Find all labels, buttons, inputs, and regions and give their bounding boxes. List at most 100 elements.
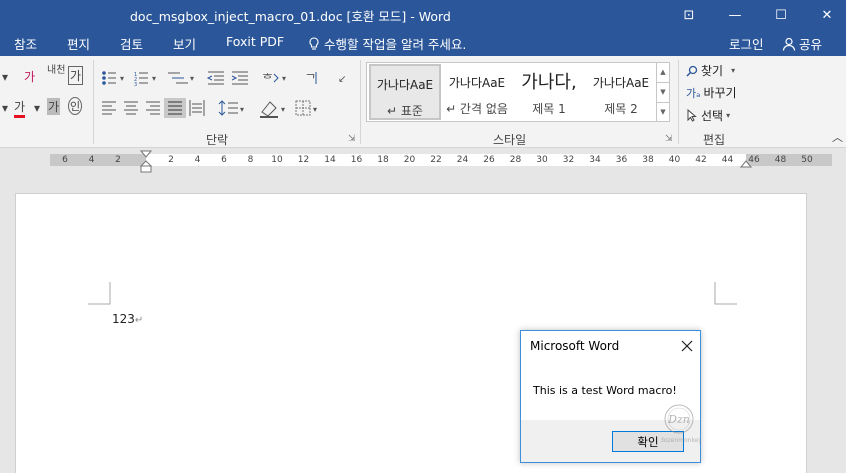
ruler-tick-label: 20 [403,155,416,165]
ruler-tick-label: 42 [695,155,707,165]
paragraph-mark-icon: ↵ [134,315,144,326]
ruler-tick-label: 2 [168,155,174,165]
ruler-tick-label: 36 [615,155,628,165]
ruler-tick-label: 34 [589,155,601,165]
dialog-close-button[interactable] [676,335,698,357]
ruler-tick-label: 6 [62,155,68,165]
replace-icon: 가ₐ [686,86,701,100]
clear-format-icon[interactable]: 가 [24,68,35,85]
right-indent-marker-icon[interactable] [740,160,752,170]
dropdown-arrow-icon[interactable]: ▾ [2,101,8,115]
person-icon [782,37,796,51]
tab-references[interactable]: 참조 [14,34,37,53]
ruler-tick-label: 4 [88,155,95,165]
scroll-down-icon[interactable]: ▼ [657,82,669,102]
svg-text:ᄀ: ᄀ [305,72,316,86]
share-button[interactable]: 공유 [782,34,822,53]
ruler-tick-label: 48 [774,155,787,165]
find-label: 찾기 [701,64,724,78]
minimize-button[interactable]: — [712,0,758,30]
close-window-button[interactable]: ✕ [804,0,846,30]
ribbon: ▾ 가 내천 가 ▾ 가 ▾ 가 인 ▾ 123 ▾ ▾ ᄒ ▾ ᄀ ↙ ▾ ▾… [0,56,846,148]
ruler-tick-label: 38 [642,155,654,165]
group-separator [93,60,94,144]
ruler-tick-label: 28 [509,155,522,165]
find-dropdown-icon: ▾ [731,66,736,75]
styles-gallery-scroll[interactable]: ▲ ▼ ▼ [656,63,669,121]
phonetic-guide-icon[interactable]: 내천 [47,66,65,76]
ruler-tick-label: 18 [377,155,389,165]
lightbulb-icon [309,36,319,50]
multilevel-list-icon [168,72,188,84]
numbering-icon: 123 [134,72,148,88]
editing-group-label: 편집 [703,133,726,147]
paragraph-row2-icons: ▾ ▾ ▾ [102,98,317,118]
style-heading-2[interactable]: 가나다AaE 제목 2 [585,64,657,120]
share-label: 공유 [799,37,823,52]
paragraph-group-label: 단락 [206,133,229,147]
dropdown-arrow-icon[interactable]: ▾ [2,70,8,84]
more-styles-icon[interactable]: ▼ [657,102,669,122]
window-title: doc_msgbox_inject_macro_01.doc [호환 모드] -… [130,9,451,24]
maximize-icon: ☐ [775,7,787,23]
ruler-tick-label: 12 [297,155,310,165]
svg-text:↙: ↙ [338,74,346,85]
paragraph-dialog-launcher-icon[interactable]: ⇲ [348,134,356,144]
svg-text:▾: ▾ [313,105,317,114]
ruler-tick-label: 4 [194,155,201,165]
replace-button[interactable]: 가ₐ 바꾸기 [686,84,737,101]
tab-review[interactable]: 검토 [120,34,143,53]
minimize-icon: — [728,7,742,23]
ruler-tick-label: 40 [668,155,681,165]
message-box-dialog: Microsoft Word This is a test Word macro… [520,330,701,463]
collapse-ribbon-icon[interactable]: ︿ [832,129,843,145]
font-color-icon[interactable]: 가 [14,98,26,118]
increase-indent-icon [231,71,248,85]
dialog-title: Microsoft Word [530,339,620,353]
svg-text:dozenmonkey: dozenmonkey [661,437,701,444]
scroll-up-icon[interactable]: ▲ [657,63,669,82]
tab-foxit-pdf[interactable]: Foxit PDF [226,34,284,49]
tell-me-text: 수행할 작업을 알려 주세요. [324,37,467,52]
justify-selected-bg [164,98,186,118]
select-label: 선택 [701,109,724,123]
decrease-indent-icon [206,71,224,85]
style-normal[interactable]: 가나다AaE ↵ 표준 [369,64,441,120]
ruler-tick-label: 10 [271,155,283,165]
enclose-character-icon[interactable]: 인 [68,97,83,115]
watermark-logo: Dzn dozenmonkey [661,404,701,444]
replace-label: 바꾸기 [703,86,737,100]
styles-group-label: 스타일 [493,133,527,147]
horizontal-ruler[interactable]: 6 4 2 2 4 6 8 10 12 14 16 18 20 22 24 26 28 30 32 34 36 38 40 4… [50,154,832,166]
ribbon-display-options-button[interactable]: ⊡ [666,0,712,30]
svg-text:Dzn: Dzn [667,413,690,426]
style-heading-1[interactable]: 가나다, 제목 1 [513,64,585,120]
character-border-icon[interactable]: 가 [68,66,84,85]
ruler-tick-label: 32 [562,155,575,165]
tab-view[interactable]: 보기 [173,34,196,53]
character-shading-icon[interactable]: 가 [47,98,61,115]
indent-markers-icon[interactable] [140,150,152,174]
styles-dialog-launcher-icon[interactable]: ⇲ [665,134,673,144]
svg-text:3: 3 [134,82,137,88]
sort-icon: ↙ [338,74,346,85]
ruler-tick-label: 24 [456,155,469,165]
tab-mailings[interactable]: 편지 [67,34,90,53]
style-no-spacing[interactable]: 가나다AaE ↵ 간격 없음 [441,64,513,120]
document-body-text[interactable]: 123↵ [112,312,143,326]
font-color-dropdown-icon[interactable]: ▾ [34,101,40,115]
asian-layout-icon: ᄀ [305,72,317,86]
group-separator [678,60,679,144]
align-right-icon [146,101,160,115]
maximize-button[interactable]: ☐ [758,0,804,30]
svg-text:▾: ▾ [282,74,286,83]
search-icon [686,65,698,77]
tell-me-box[interactable]: 수행할 작업을 알려 주세요. [308,34,466,53]
svg-text:▾: ▾ [190,74,194,83]
svg-text:▾: ▾ [152,74,156,83]
login-link[interactable]: 로그인 [729,34,764,53]
select-button[interactable]: 선택 ▾ [686,107,730,124]
ruler-tick-label: 14 [324,155,336,165]
find-button[interactable]: 찾기 ▾ [686,62,735,79]
ruler-tick-label: 44 [721,155,734,165]
